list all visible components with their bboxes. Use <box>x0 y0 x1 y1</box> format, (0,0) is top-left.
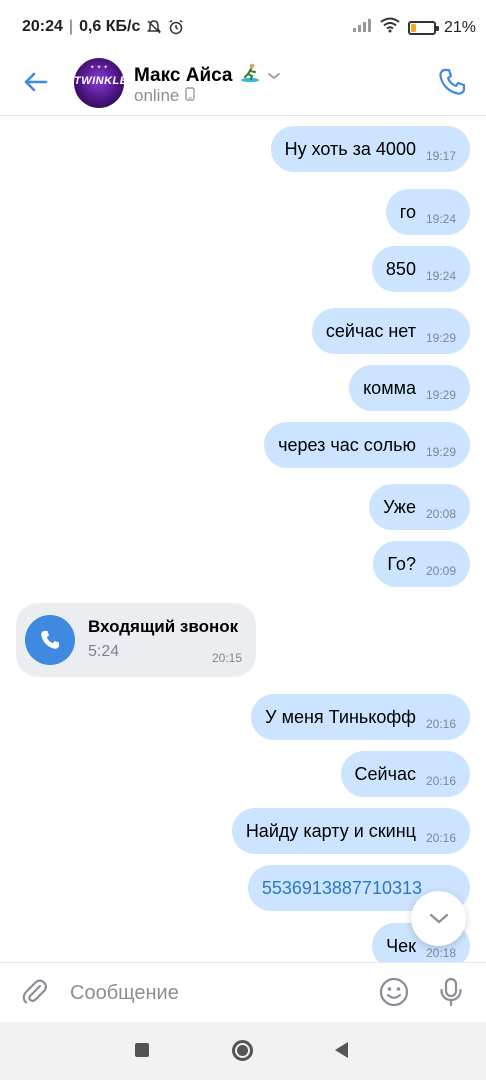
message-bubble-outgoing[interactable]: Найду карту и скинц 20:16 <box>231 808 470 854</box>
contact-status-row: online <box>134 86 196 106</box>
avatar[interactable]: ✦ ✦ ✦ TWINKLE <box>74 58 124 108</box>
message-bubble-outgoing[interactable]: У меня Тинькофф 20:16 <box>251 694 470 740</box>
message-bubble-outgoing[interactable]: сейчас нет 19:29 <box>311 308 470 354</box>
message-time: 19:29 <box>425 445 456 459</box>
attach-button[interactable] <box>20 977 50 1007</box>
voice-message-button[interactable] <box>436 976 466 1008</box>
chevron-down-icon <box>267 65 281 87</box>
message-bubble-outgoing[interactable]: через час солью 19:29 <box>264 422 470 468</box>
arrow-left-icon <box>24 72 48 92</box>
call-title: Входящий звонок <box>88 617 239 636</box>
smile-icon <box>379 977 409 1007</box>
battery-icon <box>407 20 439 35</box>
message-text: сейчас нет <box>325 320 416 341</box>
status-bar-left: 20:24 | 0,6 КБ/с <box>22 18 184 36</box>
mobile-phone-icon <box>185 86 196 106</box>
message-link-text[interactable]: 5536913887710313 <box>262 878 422 899</box>
mute-bell-icon <box>146 19 162 35</box>
call-phone-icon <box>25 615 75 665</box>
chat-header: ✦ ✦ ✦ TWINKLE Макс Айса online <box>0 56 486 116</box>
status-separator: | <box>68 18 74 35</box>
system-navigation-bar <box>0 1022 486 1080</box>
message-time: 20:16 <box>425 774 456 788</box>
message-bubble-outgoing[interactable]: Уже 20:08 <box>369 484 470 530</box>
message-text: Сейчас <box>354 763 416 784</box>
status-time: 20:24 <box>22 18 63 35</box>
message-bubble-outgoing[interactable]: го 19:24 <box>385 189 470 235</box>
message-text: У меня Тинькофф <box>265 706 416 727</box>
incoming-call-bubble[interactable]: Входящий звонок 5:24 20:15 <box>16 603 256 677</box>
message-time: 19:17 <box>425 149 456 163</box>
message-time: 19:29 <box>425 388 456 402</box>
avatar-decoration: ✦ ✦ ✦ <box>89 65 109 71</box>
message-text: Найду карту и скинц <box>245 820 416 841</box>
message-text: 850 <box>385 258 416 279</box>
status-bar: 20:24 | 0,6 КБ/с 21% <box>0 0 486 56</box>
message-time: 19:24 <box>425 269 456 283</box>
message-bubble-outgoing[interactable]: Го? 20:09 <box>373 541 470 587</box>
message-list[interactable]: Ну хоть за 4000 19:17 го 19:24 850 19:24… <box>0 117 486 962</box>
wifi-icon <box>380 17 400 38</box>
chevron-down-icon <box>429 913 448 923</box>
message-text: го <box>399 201 416 222</box>
message-text: Го? <box>387 553 416 574</box>
message-time: 20:08 <box>425 507 456 521</box>
signal-icon <box>352 18 372 37</box>
recent-apps-button[interactable] <box>135 1043 149 1057</box>
message-text: комма <box>363 377 416 398</box>
emoji-button[interactable] <box>378 976 410 1008</box>
message-time: 20:16 <box>425 717 456 731</box>
status-bar-right: 21% <box>352 17 476 38</box>
home-button[interactable] <box>232 1040 253 1061</box>
message-bubble-outgoing[interactable]: 850 19:24 <box>371 246 470 292</box>
message-time: 20:09 <box>425 564 456 578</box>
message-time: 20:16 <box>425 831 456 845</box>
message-text: Ну хоть за 4000 <box>284 138 416 159</box>
call-button[interactable] <box>436 66 468 98</box>
message-time: 19:24 <box>425 212 456 226</box>
message-composer <box>0 962 486 1022</box>
paperclip-icon <box>22 979 47 1004</box>
contact-name: Макс Айса <box>134 65 233 86</box>
status-network-speed: 0,6 КБ/с <box>79 18 141 35</box>
message-time: 19:29 <box>425 331 456 345</box>
message-bubble-outgoing[interactable]: Сейчас 20:16 <box>340 751 470 797</box>
message-text: Чек <box>386 935 416 956</box>
message-text: Уже <box>383 496 416 517</box>
message-input[interactable] <box>70 978 360 1008</box>
battery-percent: 21% <box>443 18 476 36</box>
call-time: 20:15 <box>211 651 242 665</box>
avatar-logo-text: TWINKLE <box>74 75 124 87</box>
message-bubble-outgoing[interactable]: Ну хоть за 4000 19:17 <box>270 126 470 172</box>
call-duration: 5:24 <box>88 643 120 660</box>
message-bubble-outgoing[interactable]: комма 19:29 <box>349 365 470 411</box>
scroll-down-button[interactable] <box>411 891 466 946</box>
message-time: 20:18 <box>425 946 456 960</box>
microphone-icon <box>440 977 462 1007</box>
system-back-button[interactable] <box>335 1042 348 1058</box>
alarm-clock-icon <box>168 19 184 35</box>
contact-status: online <box>134 86 180 105</box>
surfer-emoji-icon <box>239 62 261 90</box>
phone-icon <box>439 68 466 95</box>
message-text: через час солью <box>278 434 416 455</box>
back-button[interactable] <box>20 66 52 98</box>
